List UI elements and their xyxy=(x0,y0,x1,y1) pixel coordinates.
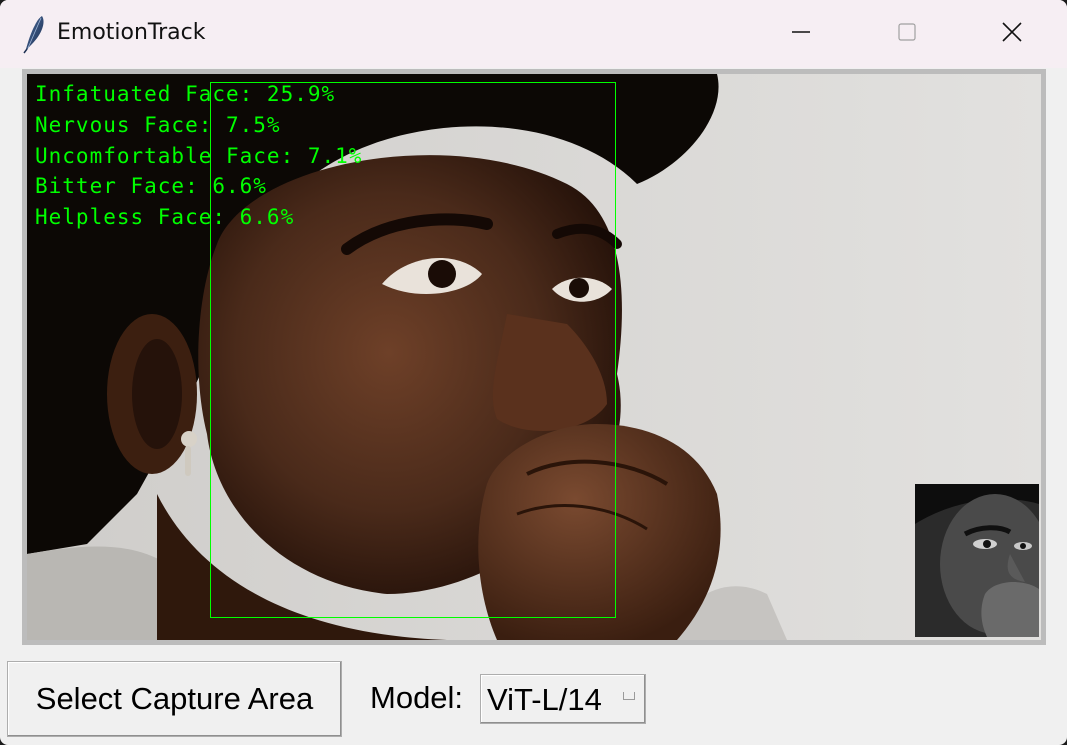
option-menu-indicator-icon xyxy=(623,692,635,700)
model-selected-value: ViT-L/14 xyxy=(487,682,602,717)
close-icon xyxy=(1001,21,1023,47)
emotion-label: Helpless Face: 6.6% xyxy=(35,205,295,229)
emotion-label: Infatuated Face: 25.9% xyxy=(35,82,336,106)
app-window: EmotionTrack Infatuated Face: 25.9% Nerv… xyxy=(0,0,1067,745)
select-capture-area-button[interactable]: Select Capture Area xyxy=(7,661,342,737)
emotion-label: Uncomfortable Face: 7.1% xyxy=(35,144,363,168)
minimize-icon xyxy=(791,22,811,46)
maximize-icon xyxy=(897,22,917,46)
minimize-button[interactable] xyxy=(749,0,853,68)
close-button[interactable] xyxy=(960,0,1064,68)
feather-icon xyxy=(22,14,48,54)
window-title: EmotionTrack xyxy=(57,20,206,45)
model-select[interactable]: ViT-L/14 xyxy=(480,674,646,724)
model-label: Model: xyxy=(370,680,464,715)
face-thumbnail xyxy=(915,484,1039,637)
captured-image: Infatuated Face: 25.9% Nervous Face: 7.5… xyxy=(27,74,1041,640)
emotion-label: Bitter Face: 6.6% xyxy=(35,174,267,198)
title-bar[interactable]: EmotionTrack xyxy=(0,0,1067,68)
emotion-label: Nervous Face: 7.5% xyxy=(35,113,281,137)
maximize-button[interactable] xyxy=(855,0,959,68)
capture-preview: Infatuated Face: 25.9% Nervous Face: 7.5… xyxy=(22,69,1046,645)
